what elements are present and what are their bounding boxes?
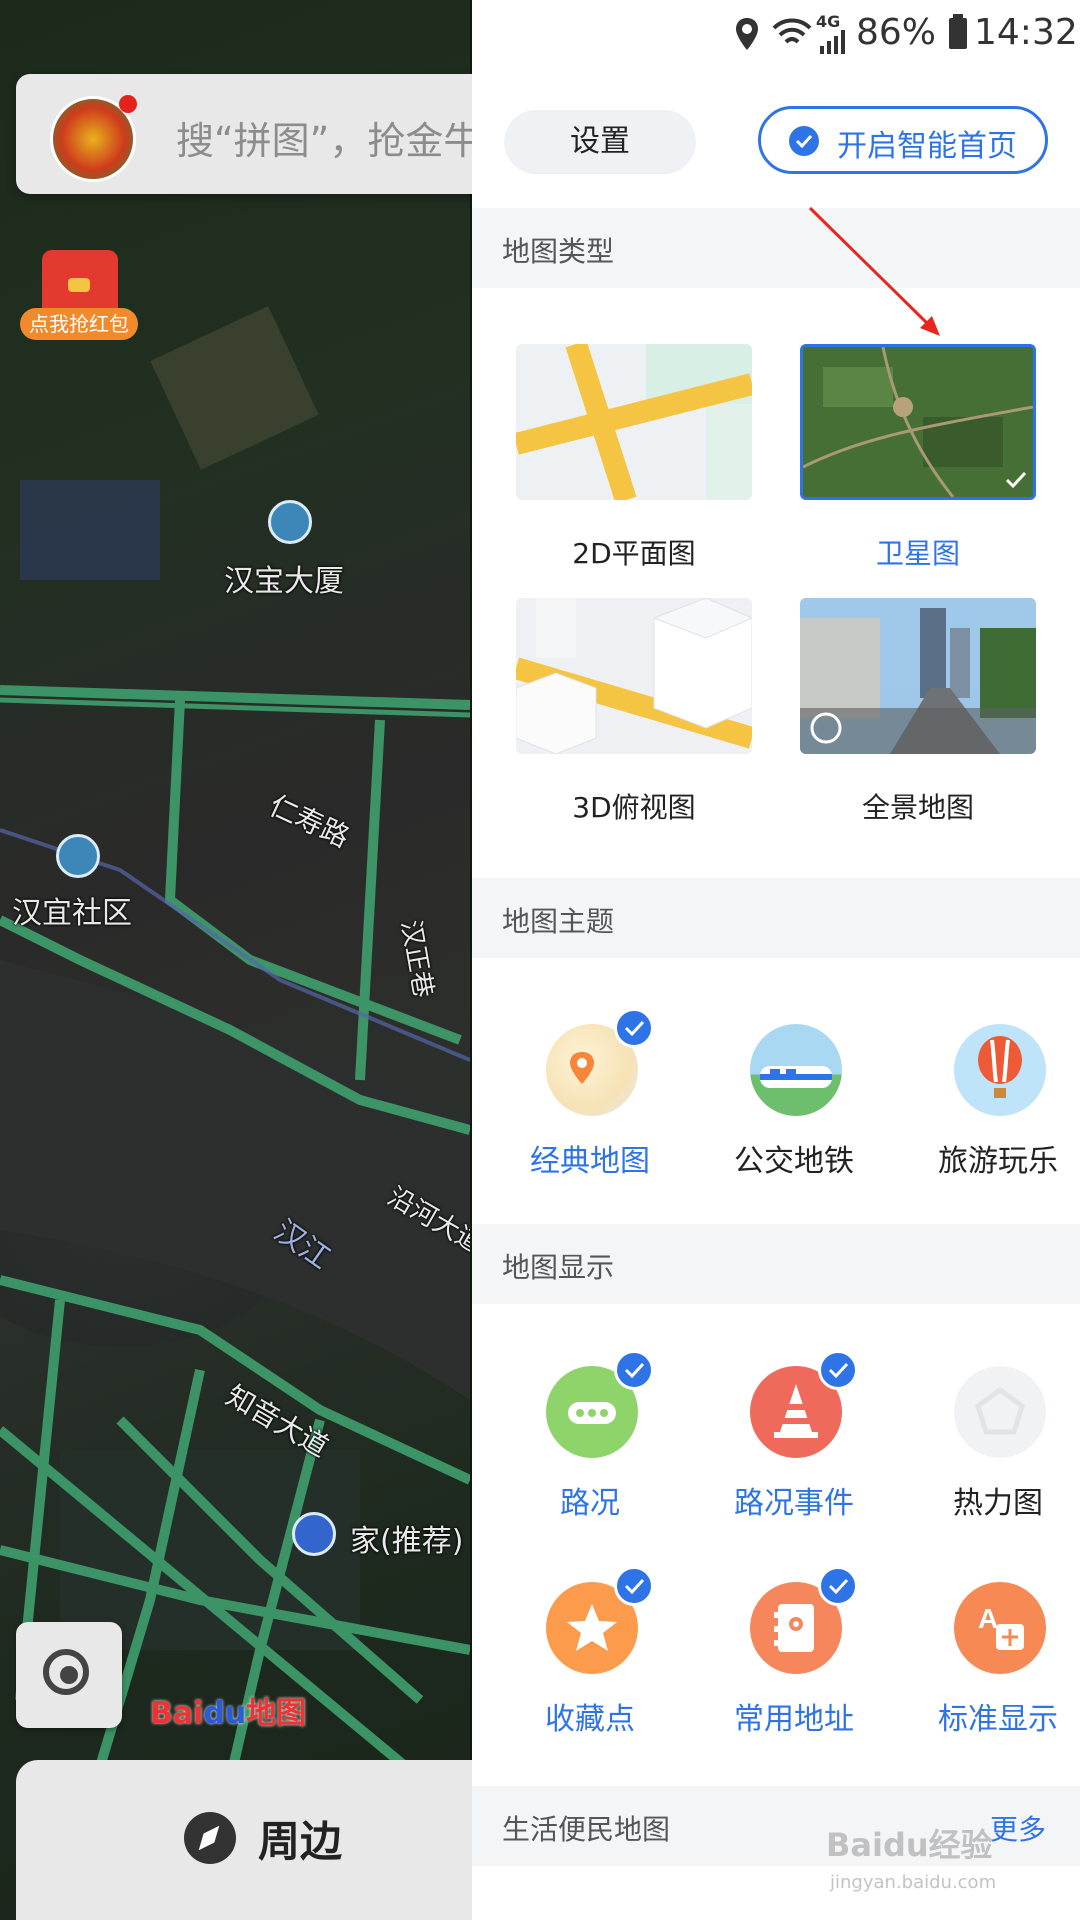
- theme-transit-label: 公交地铁: [734, 1144, 854, 1179]
- checked-badge-icon: [818, 1350, 858, 1390]
- battery-percent: 86%: [856, 12, 937, 53]
- map-type-3d-thumbnail[interactable]: [516, 598, 752, 754]
- network-type: 4G: [816, 12, 841, 31]
- nearby-label: 周边: [258, 1817, 343, 1866]
- map-3d-icon: [516, 598, 752, 754]
- map-type-2d-thumbnail[interactable]: [516, 344, 752, 500]
- building-poi-icon[interactable]: [268, 500, 312, 544]
- display-favorites[interactable]: 收藏点: [490, 1566, 690, 1782]
- panorama-image: [800, 598, 1036, 754]
- map-settings-drawer: 4G 86% 14:32 设置 开启智能首页 地图类型 2D平面图 卫星图 3D…: [472, 0, 1080, 1920]
- status-bar: 4G 86% 14:32: [472, 0, 1080, 66]
- theme-classic[interactable]: 经典地图: [490, 1008, 690, 1224]
- display-common-address[interactable]: 常用地址: [694, 1566, 894, 1782]
- map-label-home[interactable]: 家(推荐): [350, 1516, 463, 1560]
- compass-icon: [184, 1812, 236, 1864]
- theme-travel-label: 旅游玩乐: [938, 1144, 1058, 1179]
- display-common-address-label: 常用地址: [734, 1702, 854, 1737]
- selected-badge-icon: [614, 1008, 654, 1048]
- map-type-panorama-label[interactable]: 全景地图: [800, 786, 1036, 826]
- annotation-arrow-icon: [808, 206, 940, 336]
- smart-home-label: 开启智能首页: [837, 129, 1017, 164]
- display-standard-label: 标准显示: [938, 1702, 1058, 1737]
- display-standard[interactable]: A 标准显示: [898, 1582, 1080, 1782]
- theme-transit[interactable]: 公交地铁: [694, 1024, 894, 1224]
- selected-check-icon: [1005, 471, 1027, 489]
- checked-badge-icon: [614, 1350, 654, 1390]
- checked-badge-icon: [614, 1566, 654, 1606]
- theme-classic-label: 经典地图: [530, 1144, 650, 1179]
- standard-label-icon: A: [954, 1582, 1046, 1674]
- display-favorites-label: 收藏点: [545, 1702, 635, 1737]
- svg-text:A: A: [978, 1603, 998, 1634]
- watermark-url: jingyan.baidu.com: [830, 1872, 997, 1893]
- locate-button[interactable]: [16, 1622, 122, 1728]
- user-avatar[interactable]: [50, 95, 137, 182]
- display-traffic-events-label: 路况事件: [734, 1486, 854, 1521]
- display-traffic-label: 路况: [560, 1486, 620, 1521]
- train-icon: [750, 1024, 842, 1116]
- heatmap-icon: [954, 1366, 1046, 1458]
- battery-icon: [949, 14, 967, 49]
- red-packet-button[interactable]: 点我抢红包: [20, 250, 138, 340]
- watermark: Baidu经验: [826, 1826, 993, 1864]
- section-map-theme: 地图主题: [472, 878, 1080, 958]
- settings-button[interactable]: 设置: [504, 110, 696, 174]
- more-link[interactable]: 更多: [990, 1808, 1046, 1848]
- nearby-button[interactable]: 周边: [16, 1760, 536, 1920]
- map-label-hanyi[interactable]: 汉宜社区: [12, 888, 132, 932]
- section-title: 地图主题: [502, 905, 615, 938]
- clock: 14:32: [974, 12, 1078, 53]
- section-map-display: 地图显示: [472, 1224, 1080, 1304]
- red-packet-label: 点我抢红包: [20, 308, 138, 340]
- theme-travel[interactable]: 旅游玩乐: [898, 1024, 1080, 1224]
- checked-badge-icon: [818, 1566, 858, 1606]
- search-bar[interactable]: 搜“拼图”，抢金牛: [16, 74, 536, 194]
- section-title: 地图显示: [502, 1251, 615, 1284]
- wifi-icon: [772, 18, 812, 44]
- search-placeholder: 搜“拼图”，抢金牛: [176, 119, 482, 163]
- community-poi-icon[interactable]: [56, 834, 100, 878]
- map-type-satellite-thumbnail[interactable]: [800, 344, 1036, 500]
- section-title: 生活便民地图: [502, 1813, 671, 1846]
- display-traffic-events[interactable]: 路况事件: [694, 1350, 894, 1566]
- signal-icon: [820, 30, 845, 54]
- satellite-image: [803, 347, 1033, 497]
- check-icon: [789, 126, 819, 156]
- map-2d-icon: [516, 344, 752, 500]
- location-icon: [736, 18, 758, 50]
- balloon-icon: [954, 1024, 1046, 1116]
- display-heatmap-label: 热力图: [953, 1486, 1043, 1521]
- display-heatmap[interactable]: 热力图: [898, 1366, 1080, 1566]
- section-title: 地图类型: [502, 235, 615, 268]
- map-label-hanbao[interactable]: 汉宝大厦: [224, 556, 344, 600]
- notification-dot: [119, 95, 137, 113]
- map-view[interactable]: 汉宝大厦 仁寿路 汉宜社区 汉正巷 沿河大道 汉江 知音大道 家(推荐) 点我抢…: [0, 0, 470, 1920]
- baidu-map-logo: Baidu地图: [150, 1696, 307, 1731]
- map-type-panorama-thumbnail[interactable]: [800, 598, 1036, 754]
- map-type-2d-label[interactable]: 2D平面图: [516, 532, 752, 572]
- home-icon[interactable]: [292, 1512, 336, 1556]
- map-type-3d-label[interactable]: 3D俯视图: [516, 786, 752, 826]
- smart-home-toggle-button[interactable]: 开启智能首页: [758, 106, 1048, 174]
- section-map-type: 地图类型: [472, 208, 1080, 288]
- map-type-satellite-label[interactable]: 卫星图: [800, 532, 1036, 572]
- display-traffic[interactable]: 路况: [490, 1350, 690, 1566]
